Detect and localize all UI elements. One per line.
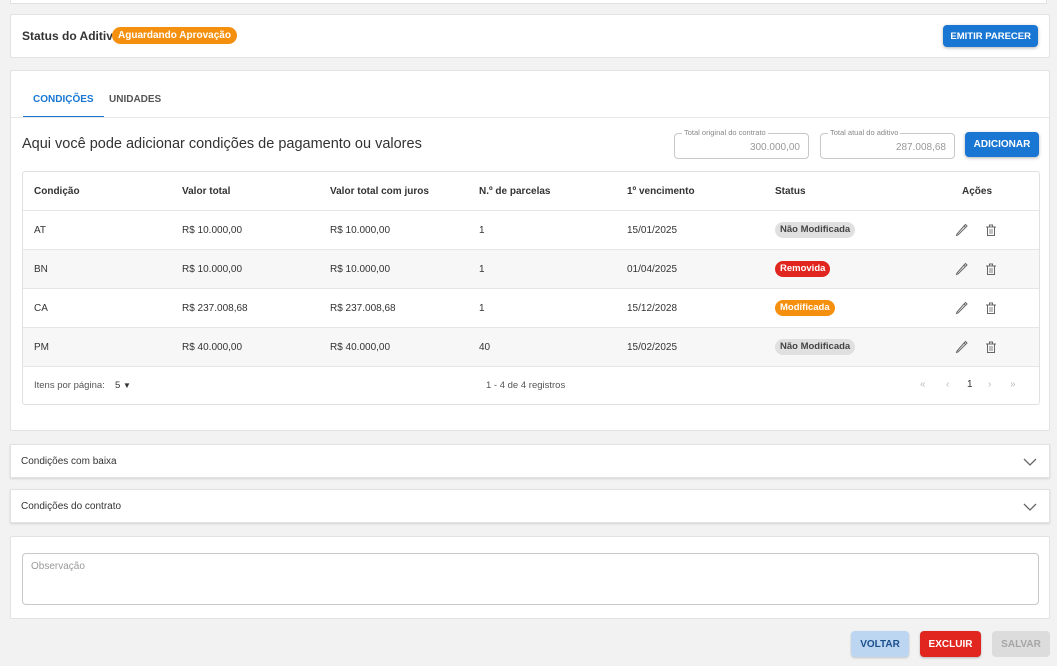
cell-valor-total: R$ 10.000,00	[182, 264, 243, 275]
conditions-table: Condição Valor total Valor total com jur…	[22, 171, 1040, 405]
conditions-card: Condições Unidades Aqui você pode adicio…	[10, 70, 1050, 431]
status-pill: Não Modificada	[775, 222, 856, 238]
chevron-down-icon	[1023, 458, 1037, 466]
tab-unidades[interactable]: Unidades	[109, 85, 161, 113]
current-page[interactable]: 1	[967, 379, 973, 390]
status-card: Status do Aditivo Aguardando Aprovação E…	[10, 14, 1050, 58]
table-row: AT R$ 10.000,00 R$ 10.000,00 1 15/01/2025 Não…	[23, 211, 1039, 250]
accordion-condicoes-contrato[interactable]: Condições do contrato	[10, 489, 1050, 523]
cell-valor-juros: R$ 40.000,00	[330, 342, 391, 353]
status-badge: Aguardando Aprovação	[112, 27, 237, 44]
items-per-page-select[interactable]: 5 ▼	[115, 380, 131, 391]
caret-down-icon: ▼	[122, 381, 131, 390]
cell-valor-total: R$ 237.008,68	[182, 303, 248, 314]
total-atual-label: Total atual do aditivo	[828, 128, 901, 137]
accordion-title: Condições com baixa	[21, 456, 117, 467]
cell-parcelas: 40	[479, 342, 491, 353]
header-valor-juros: Valor total com juros	[330, 186, 429, 197]
observacao-field[interactable]	[22, 553, 1039, 605]
cell-valor-total: R$ 40.000,00	[182, 342, 243, 353]
salvar-button[interactable]: Salvar	[992, 631, 1050, 657]
total-original-value: 300.000,00	[749, 142, 800, 153]
header-status: Status	[775, 186, 806, 197]
excluir-button[interactable]: Excluir	[920, 631, 981, 657]
cell-condicao: CA	[34, 303, 48, 314]
header-acoes: Ações	[962, 186, 993, 197]
status-pill: Não Modificada	[775, 339, 856, 355]
cell-valor-total: R$ 10.000,00	[182, 225, 243, 236]
status-title: Status do Aditivo	[22, 29, 121, 43]
cell-condicao: PM	[34, 342, 49, 353]
prev-page-icon[interactable]: ‹	[946, 379, 949, 390]
edit-icon[interactable]	[954, 262, 968, 276]
total-atual-field[interactable]: Total atual do aditivo 287.008,68	[820, 128, 955, 159]
tab-condicoes[interactable]: Condições	[23, 85, 104, 118]
page-range: 1 - 4 de 4 registros	[486, 380, 566, 391]
table-row: PM R$ 40.000,00 R$ 40.000,00 40 15/02/2025 Nã…	[23, 328, 1039, 367]
cell-vencimento: 15/12/2028	[627, 303, 678, 314]
top-card-edge	[10, 0, 1047, 4]
header-valor-total: Valor total	[182, 186, 231, 197]
trash-icon[interactable]	[984, 340, 998, 354]
table-header: Condição Valor total Valor total com jur…	[23, 172, 1039, 211]
tab-divider	[11, 117, 1049, 118]
first-page-icon[interactable]: «	[920, 379, 926, 390]
items-per-page-label: Itens por página:	[34, 380, 105, 391]
header-parcelas: N.º de parcelas	[479, 186, 551, 197]
header-vencimento: 1º vencimento	[627, 186, 695, 197]
cell-vencimento: 01/04/2025	[627, 264, 678, 275]
cell-parcelas: 1	[479, 303, 485, 314]
status-pill: Modificada	[775, 300, 835, 316]
edit-icon[interactable]	[954, 223, 968, 237]
next-page-icon[interactable]: ›	[988, 379, 991, 390]
edit-icon[interactable]	[954, 301, 968, 315]
last-page-icon[interactable]: »	[1010, 379, 1016, 390]
cell-parcelas: 1	[479, 225, 485, 236]
cell-parcelas: 1	[479, 264, 485, 275]
trash-icon[interactable]	[984, 301, 998, 315]
cell-condicao: BN	[34, 264, 48, 275]
chevron-down-icon	[1023, 503, 1037, 511]
total-atual-value: 287.008,68	[895, 142, 946, 153]
voltar-button[interactable]: Voltar	[851, 631, 909, 657]
trash-icon[interactable]	[984, 262, 998, 276]
adicionar-button[interactable]: Adicionar	[965, 132, 1039, 157]
table-row: CA R$ 237.008,68 R$ 237.008,68 1 15/12/2028 M…	[23, 289, 1039, 328]
cell-valor-juros: R$ 10.000,00	[330, 264, 391, 275]
cell-valor-juros: R$ 10.000,00	[330, 225, 391, 236]
observacao-card	[10, 536, 1050, 619]
items-per-page-value: 5	[115, 380, 121, 391]
total-original-label: Total original do contrato	[682, 128, 768, 137]
cell-vencimento: 15/02/2025	[627, 342, 678, 353]
accordion-condicoes-baixa[interactable]: Condições com baixa	[10, 444, 1050, 478]
cell-valor-juros: R$ 237.008,68	[330, 303, 396, 314]
emitir-parecer-button[interactable]: Emitir Parecer	[943, 25, 1038, 47]
trash-icon[interactable]	[984, 223, 998, 237]
status-pill: Removida	[775, 261, 831, 277]
section-subtitle: Aqui você pode adicionar condições de pa…	[22, 136, 422, 152]
cell-vencimento: 15/01/2025	[627, 225, 678, 236]
table-row: BN R$ 10.000,00 R$ 10.000,00 1 01/04/2025 Rem…	[23, 250, 1039, 289]
header-condicao: Condição	[34, 186, 80, 197]
cell-condicao: AT	[34, 225, 47, 236]
accordion-title: Condições do contrato	[21, 501, 122, 512]
edit-icon[interactable]	[954, 340, 968, 354]
paginator: Itens por página: 5 ▼ 1 - 4 de 4 registr…	[23, 367, 1039, 405]
total-original-field[interactable]: Total original do contrato 300.000,00	[674, 128, 809, 159]
